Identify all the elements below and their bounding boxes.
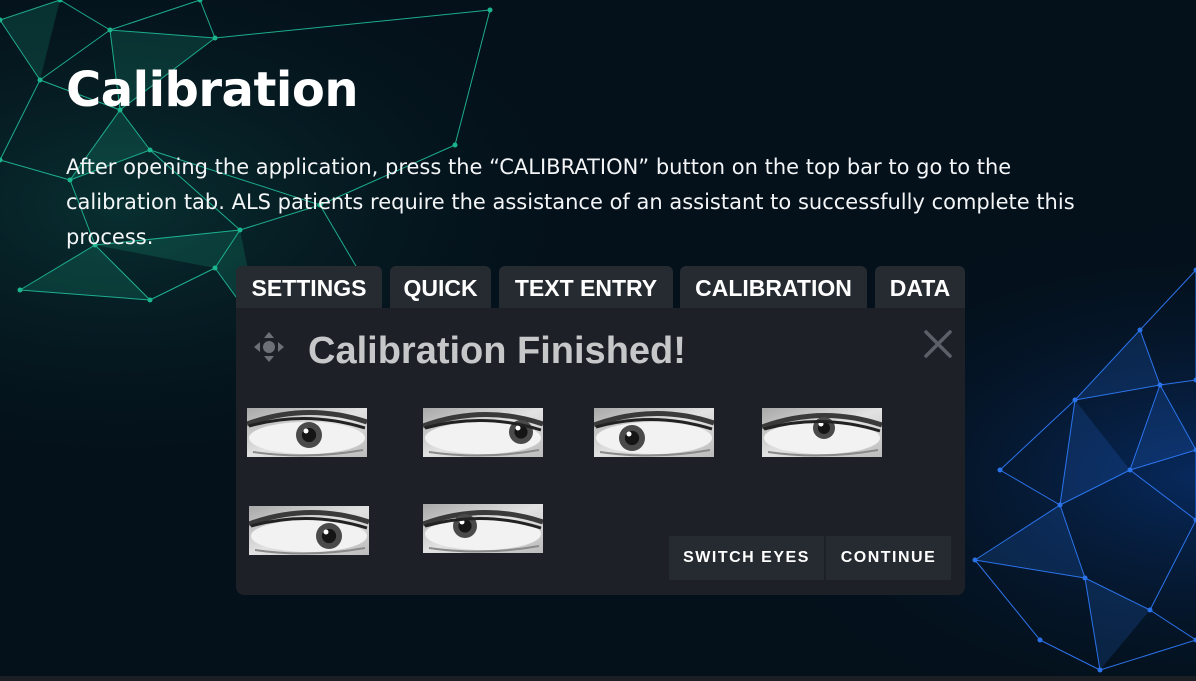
tab-calibration[interactable]: CALIBRATION bbox=[680, 266, 867, 308]
continue-button[interactable]: CONTINUE bbox=[826, 536, 951, 580]
eye-sample-2 bbox=[423, 408, 543, 457]
eye-sample-3 bbox=[594, 408, 714, 457]
tab-text-entry[interactable]: TEXT ENTRY bbox=[499, 266, 673, 308]
move-icon[interactable] bbox=[252, 330, 286, 364]
calibration-result-card: Calibration Finished! SWITCH EYES CONTIN… bbox=[236, 308, 965, 595]
eye-sample-6 bbox=[423, 504, 543, 553]
tab-quick[interactable]: QUICK bbox=[390, 266, 491, 308]
eye-sample-5 bbox=[249, 506, 369, 555]
calibration-status-title: Calibration Finished! bbox=[308, 330, 686, 372]
eye-sample-4 bbox=[762, 408, 882, 457]
page-title: Calibration bbox=[66, 62, 359, 118]
tab-data[interactable]: DATA bbox=[875, 266, 965, 308]
top-tab-bar: SETTINGS QUICK TEXT ENTRY CALIBRATION DA… bbox=[236, 266, 965, 308]
close-icon[interactable] bbox=[922, 328, 954, 360]
tab-settings[interactable]: SETTINGS bbox=[236, 266, 382, 308]
switch-eyes-button[interactable]: SWITCH EYES bbox=[669, 536, 824, 580]
calibration-app-window: SETTINGS QUICK TEXT ENTRY CALIBRATION DA… bbox=[236, 266, 965, 595]
eye-sample-1 bbox=[247, 408, 367, 457]
intro-paragraph: After opening the application, press the… bbox=[66, 155, 1075, 249]
bottom-strip bbox=[0, 676, 1196, 681]
